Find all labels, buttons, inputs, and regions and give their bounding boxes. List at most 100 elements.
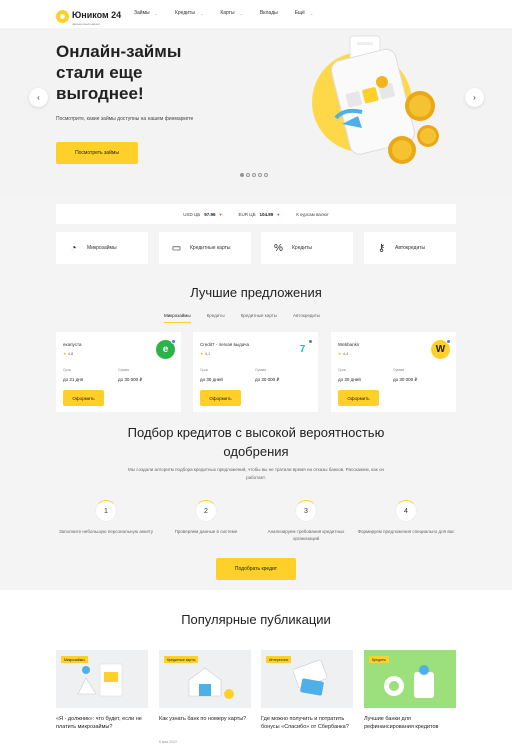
star-icon: ★	[200, 351, 204, 356]
category-credits[interactable]: % Кредиты	[261, 232, 353, 264]
offers-tabs: Микрозаймы Кредиты Кредитные карты Авток…	[164, 313, 336, 323]
step-number: 2	[195, 500, 217, 522]
nav-item-credits[interactable]: Кредиты ⌄	[175, 10, 203, 16]
publication-title: Где можно получить и потратить бонусы «С…	[261, 716, 349, 730]
site-header: Юником 24 финансовый маркет Займы ⌄ Креди…	[0, 0, 512, 28]
publication-tag: Кредитные карты	[164, 656, 199, 663]
nav-item-loans[interactable]: Займы ⌄	[134, 10, 158, 16]
verified-badge-icon	[308, 339, 313, 344]
publication-image: Кредитные карты	[159, 650, 251, 708]
find-credit-button[interactable]: Подобрать кредит	[216, 558, 296, 580]
offer-sum: до 30 000 ₽	[255, 377, 280, 382]
apply-button[interactable]: Оформить	[338, 390, 379, 406]
selection-title: Подбор кредитов с высокой вероятностью о…	[127, 425, 385, 459]
star-icon: ★	[63, 351, 67, 356]
currency-rates: USD ЦБ 97.96 ▼ EUR ЦБ 104.89 ▼ К курсам валю…	[56, 204, 456, 224]
chevron-down-icon: ⌄	[239, 10, 243, 16]
offer-name: Webbankir	[338, 342, 360, 347]
logo-icon	[56, 9, 69, 23]
offer-sum: до 30 000 ₽	[393, 377, 418, 382]
eur-rate: EUR ЦБ 104.89 ▼	[238, 211, 281, 217]
step-text: Анализируем требования кредитных организ…	[267, 529, 345, 541]
offers-title: Лучшие предложения	[190, 285, 322, 300]
category-credit-cards[interactable]: ▭ Кредитные карты	[159, 232, 251, 264]
arrow-down-icon: ▼	[276, 211, 281, 217]
tab-credit-cards[interactable]: Кредитные карты	[241, 313, 277, 323]
offer-rating: ★ 4,8	[63, 351, 74, 356]
logo-subtitle: финансовый маркет	[72, 22, 101, 26]
publication-tag: Кредиты	[369, 656, 389, 663]
phone-coins-illustration	[312, 35, 439, 164]
slider-dot[interactable]	[264, 173, 268, 177]
car-key-icon: ⚷	[377, 242, 386, 254]
slider-prev-button[interactable]: ‹	[29, 88, 48, 107]
clock-coin-icon: ◔	[70, 242, 77, 254]
slider-dot[interactable]	[246, 173, 250, 177]
verified-badge-icon	[171, 339, 176, 344]
offer-logo: e	[156, 339, 176, 359]
offer-logo: 7	[293, 339, 313, 359]
nav-item-deposits[interactable]: Вклады	[260, 10, 278, 16]
slider-dot[interactable]	[258, 173, 262, 177]
percent-icon: %	[274, 242, 283, 254]
slider-dot[interactable]	[252, 173, 256, 177]
offer-name: Credit7 - легкая выдача	[200, 342, 250, 347]
offer-logo: W	[431, 339, 451, 359]
slider-dots	[240, 173, 270, 177]
tab-microloans[interactable]: Микрозаймы	[164, 313, 191, 323]
currency-rates-link[interactable]: К курсам валют	[296, 212, 329, 217]
offer-card: екапуста ★ 4,8 e Срок Сумма до 21 дня до…	[56, 332, 181, 412]
publications-title: Популярные публикации	[181, 612, 331, 627]
arrow-down-icon: ▼	[218, 211, 223, 217]
step-text: Формируем предложения специально для вас	[357, 529, 455, 534]
hero-description: Посмотрите, какие займы доступны на наше…	[56, 116, 194, 122]
selection-description: Мы создали алгоритм подбора кредитных пр…	[128, 467, 384, 480]
chevron-down-icon: ⌄	[199, 10, 204, 16]
hero-banner: Онлайн-займы стали еще выгоднее! Посмотр…	[0, 28, 512, 198]
chevron-down-icon: ⌄	[309, 10, 314, 16]
publication-image: Интересное	[261, 650, 353, 708]
step-number: 1	[95, 500, 117, 522]
tab-credits[interactable]: Кредиты	[207, 313, 225, 323]
main-nav: Займы ⌄ Кредиты ⌄ Карты ⌄ Вклады Ещё ⌄	[134, 10, 330, 16]
chevron-down-icon: ⌄	[154, 10, 158, 16]
nav-item-cards[interactable]: Карты ⌄	[220, 10, 243, 16]
offer-term: до 30 дней	[200, 377, 223, 382]
verified-badge-icon	[446, 339, 451, 344]
step-number: 4	[395, 500, 417, 522]
publication-image: Микрозаймы	[56, 650, 148, 708]
hero-title: Онлайн-займы стали еще выгоднее!	[56, 42, 182, 103]
publication-title: «Я - должник»: что будет, если не платит…	[56, 716, 142, 730]
nav-item-more[interactable]: Ещё ⌄	[295, 10, 314, 16]
publication-date: 6 мая 2022	[159, 740, 177, 744]
logo-name: Юником 24	[72, 10, 122, 20]
offer-sum: до 30 000 ₽	[118, 377, 143, 382]
category-microloans[interactable]: ◔ Микрозаймы	[56, 232, 148, 264]
category-car-loans[interactable]: ⚷ Автокредиты	[364, 232, 456, 264]
credit-card-icon: ▭	[171, 242, 182, 254]
publication-tag: Микрозаймы	[61, 656, 88, 663]
offer-card: Credit7 - легкая выдача ★ 4,1 7 Срок Сум…	[193, 332, 318, 412]
popular-publications: Популярные публикации Микрозаймы «Я - до…	[0, 590, 512, 748]
publication-image: Кредиты	[364, 650, 456, 708]
offer-term: до 30 дней	[338, 377, 361, 382]
tab-car-loans[interactable]: Автокредиты	[293, 313, 320, 323]
publication-tag: Интересное	[266, 656, 292, 663]
slider-next-button[interactable]: ›	[465, 88, 484, 107]
offer-term: до 21 дня	[63, 377, 84, 382]
logo[interactable]: Юником 24 финансовый маркет	[56, 6, 121, 26]
step-number: 3	[295, 500, 317, 522]
slider-dot[interactable]	[240, 173, 244, 177]
publication-title: Как узнать банк по номеру карты?	[159, 716, 247, 722]
usd-rate: USD ЦБ 97.96 ▼	[183, 211, 223, 217]
offer-card: Webbankir ★ 4,4 W Срок Сумма до 30 дней …	[331, 332, 456, 412]
offer-name: екапуста	[63, 342, 82, 347]
apply-button[interactable]: Оформить	[63, 390, 104, 406]
view-loans-button[interactable]: Посмотреть займы	[56, 142, 138, 164]
offer-rating: ★ 4,1	[200, 351, 211, 356]
step-text: Проверяем данные в системе	[174, 529, 238, 534]
publication-title: Лучшие банки для рефинансирования кредит…	[364, 716, 439, 730]
offer-rating: ★ 4,4	[338, 351, 349, 356]
step-text: Заполните небольшую персональную анкету	[58, 529, 154, 534]
apply-button[interactable]: Оформить	[200, 390, 241, 406]
